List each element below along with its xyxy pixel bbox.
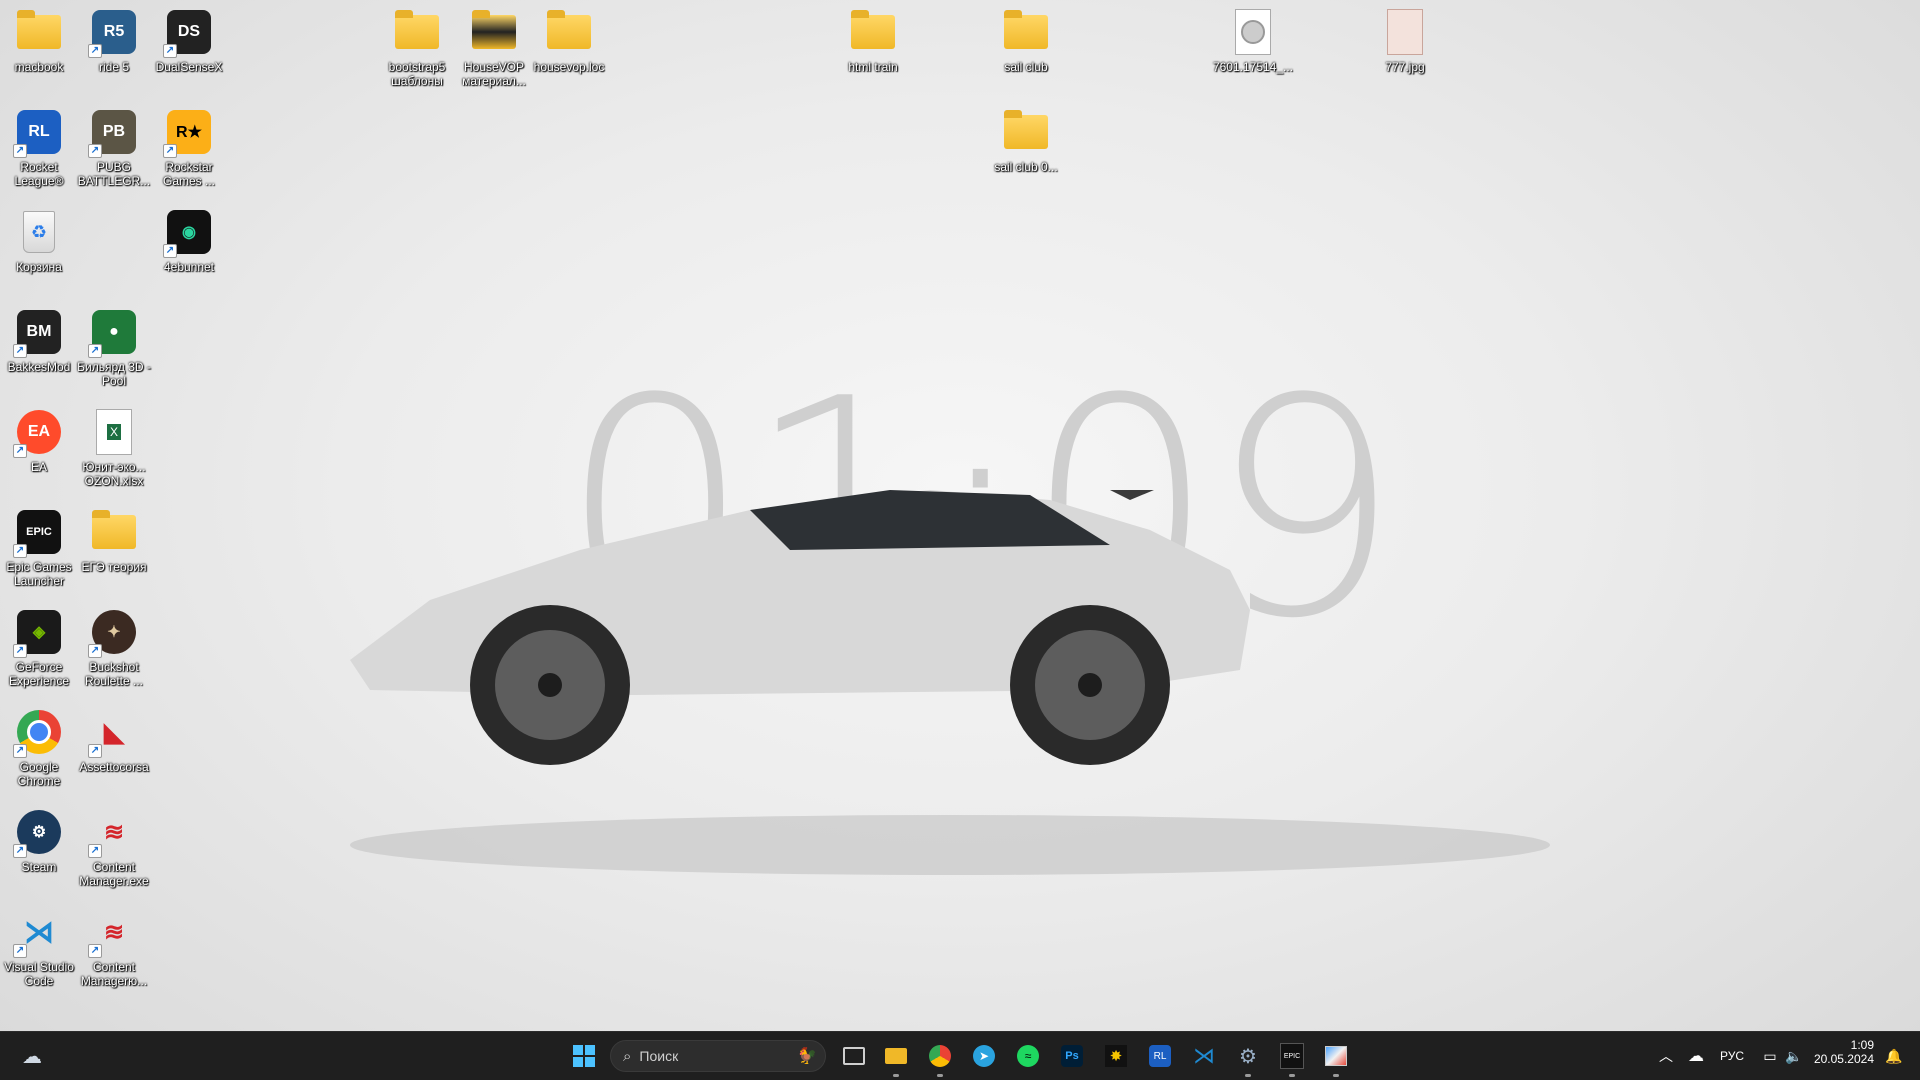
spotify-button[interactable]: ≈ <box>1012 1040 1044 1072</box>
desktop-icon-epic-games[interactable]: EPIC ↗ Epic Games Launcher <box>0 508 78 588</box>
desktop-icon-7601[interactable]: 7601.17514_... <box>1213 8 1293 74</box>
taskbar-time: 1:09 <box>1850 1038 1874 1052</box>
photoshop-icon: Ps <box>1061 1045 1083 1067</box>
telegram-button[interactable]: ➤ <box>968 1040 1000 1072</box>
recycle-bin-icon: ♻ <box>23 211 55 253</box>
notifications-button[interactable]: 🔔 <box>1878 1040 1910 1072</box>
settings-button[interactable]: ⚙ <box>1232 1040 1264 1077</box>
excel-file-icon: X <box>96 409 132 455</box>
desktop-wallpaper: 01:09 <box>0 0 1920 1032</box>
desktop-icon-bakkesmod[interactable]: BM ↗ BakkesMod <box>0 308 78 374</box>
chrome-icon <box>929 1045 951 1067</box>
search-highlight-icon: 🐓 <box>797 1048 817 1065</box>
control-panel-icon <box>1325 1046 1347 1066</box>
taskbar: ☁ ⌕ Поиск 🐓 ➤ ≈ Ps ✸ RL ⋊ ⚙ EPIC ︿ ☁ РУС… <box>0 1031 1920 1080</box>
show-hidden-icons-button[interactable]: ︿ <box>1650 1040 1682 1072</box>
task-view-button[interactable] <box>838 1040 870 1072</box>
epic-games-icon: EPIC <box>1280 1043 1304 1069</box>
onedrive-button[interactable]: ☁ <box>1680 1040 1712 1072</box>
spotify-icon: ≈ <box>1017 1045 1039 1067</box>
start-button[interactable] <box>568 1040 600 1072</box>
desktop-icon-buckshot[interactable]: ✦ ↗ Buckshot Roulette ... <box>75 608 153 688</box>
desktop-icon-bootstrap5[interactable]: bootstrap5 шаблоны <box>378 8 456 88</box>
desktop-icon-pubg[interactable]: PB ↗ PUBG BATTLEGR... <box>75 108 153 188</box>
launcher-icon: ✸ <box>1105 1045 1127 1067</box>
desktop-icon-housevop-material[interactable]: HouseVOP материал... <box>455 8 533 88</box>
disc-image-file-icon <box>1235 9 1271 55</box>
epic-games-taskbar-button[interactable]: EPIC <box>1276 1040 1308 1077</box>
desktop-icon-html-train[interactable]: html train <box>834 8 912 74</box>
launcher-button[interactable]: ✸ <box>1100 1040 1132 1072</box>
desktop-icon-rockstar[interactable]: R★ ↗ Rockstar Games ... <box>150 108 228 188</box>
speaker-icon: 🔈 <box>1785 1047 1803 1064</box>
file-explorer-button[interactable] <box>880 1040 912 1077</box>
cloud-icon: ☁ <box>1688 1048 1704 1065</box>
desktop-icon-content-manager-2[interactable]: ≋ ↗ Content Managerю... <box>75 908 153 989</box>
desktop-icon-macbook[interactable]: macbook <box>0 8 78 74</box>
search-icon: ⌕ <box>623 1047 632 1065</box>
volume-button[interactable]: 🔈 <box>1778 1040 1810 1072</box>
telegram-icon: ➤ <box>973 1045 995 1067</box>
clock-area[interactable]: 1:09 20.05.2024 <box>1810 1038 1874 1066</box>
desktop-icon-housevop-loc[interactable]: housevop.loc <box>530 8 608 74</box>
vscode-taskbar-button[interactable]: ⋊ <box>1188 1040 1220 1072</box>
widgets-button[interactable]: ☁ <box>16 1040 48 1072</box>
desktop-icon-777-jpg[interactable]: 777.jpg <box>1366 8 1444 74</box>
desktop-icon-geforce[interactable]: ◈ ↗ GeForce Experience <box>0 608 78 688</box>
desktop-icon-rocket-league[interactable]: RL ↗ Rocket League® <box>0 108 78 188</box>
taskbar-search[interactable]: ⌕ Поиск 🐓 <box>610 1040 826 1072</box>
desktop-icon-ege-theory[interactable]: ЕГЭ теория <box>75 508 153 574</box>
desktop-icon-sail-club-0[interactable]: sail club 0... <box>987 108 1065 174</box>
desktop-icon-content-manager[interactable]: ≋ ↗ Content Manager.exe <box>75 808 153 889</box>
chrome-taskbar-button[interactable] <box>924 1040 956 1077</box>
desktop-icon-vscode[interactable]: ⋊ ↗ Visual Studio Code <box>0 908 78 989</box>
desktop-icon-google-chrome[interactable]: ↗ Google Chrome <box>0 708 78 788</box>
vscode-icon: ⋊ <box>1193 1043 1215 1068</box>
car-image <box>350 490 1550 875</box>
desktop-icon-steam[interactable]: ⚙ ↗ Steam <box>0 808 78 874</box>
task-view-icon <box>843 1047 865 1065</box>
image-file-icon <box>1387 9 1423 55</box>
desktop-icon-ride-5[interactable]: R5 ↗ ride 5 <box>75 8 153 74</box>
network-icon: ▭ <box>1763 1047 1777 1064</box>
input-language[interactable]: РУС <box>1720 1049 1744 1063</box>
desktop-icon-assettocorsa[interactable]: ◣ ↗ Assettocorsa <box>75 708 153 775</box>
windows-icon <box>573 1045 595 1067</box>
desktop-icon-billiard[interactable]: ● ↗ Бильярд 3D - Pool <box>75 308 153 388</box>
taskbar-date: 20.05.2024 <box>1813 1052 1874 1066</box>
desktop-icon-dualsensex[interactable]: DS ↗ DualSenseX <box>150 8 228 74</box>
desktop-icon-excel-ozon[interactable]: X Юнит-эко... OZON.xlsx <box>75 408 153 488</box>
desktop-icon-ea[interactable]: EA ↗ EA <box>0 408 78 474</box>
control-panel-button[interactable] <box>1320 1040 1352 1077</box>
rocket-league-icon: RL <box>1149 1045 1171 1067</box>
weather-icon: ☁ <box>22 1045 42 1068</box>
desktop-icon-sail-club[interactable]: sail club <box>987 8 1065 74</box>
folder-icon <box>885 1048 907 1064</box>
desktop-icon-4ebunnet[interactable]: ◉ ↗ 4ebunnet <box>150 208 228 274</box>
search-placeholder: Поиск <box>639 1048 679 1064</box>
photoshop-button[interactable]: Ps <box>1056 1040 1088 1072</box>
gear-icon: ⚙ <box>1239 1045 1257 1068</box>
rocket-league-taskbar-button[interactable]: RL <box>1144 1040 1176 1072</box>
desktop-icon-recycle-bin[interactable]: ♻ Корзина <box>0 208 78 274</box>
chevron-up-icon: ︿ <box>1659 1048 1673 1064</box>
bell-icon: 🔔 <box>1885 1047 1903 1064</box>
